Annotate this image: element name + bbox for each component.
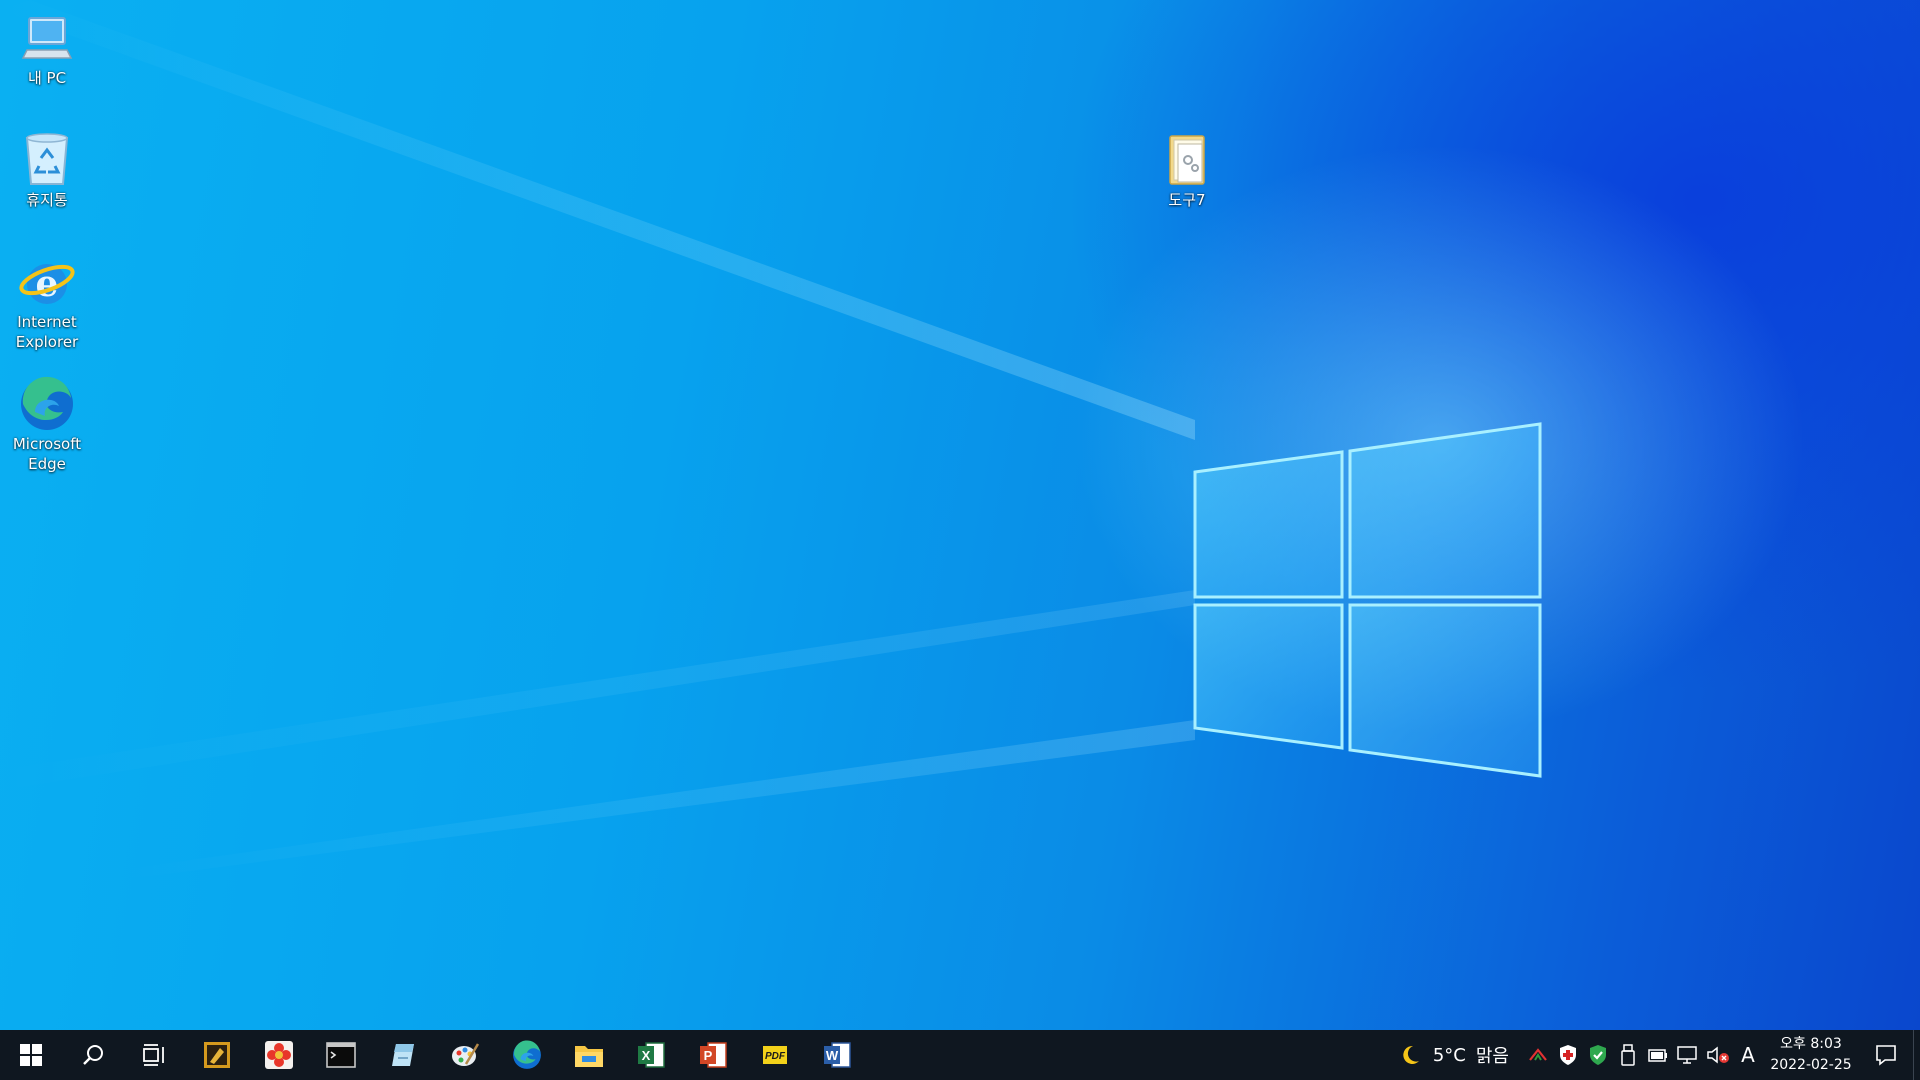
- taskbar-app-flower[interactable]: [248, 1030, 310, 1080]
- taskbar-app-terminal[interactable]: [310, 1030, 372, 1080]
- tray-defender-button[interactable]: [1583, 1030, 1613, 1080]
- edge-icon: [19, 376, 75, 432]
- usb-device-icon: [1621, 1044, 1635, 1066]
- desktop-icon-my-pc[interactable]: 내 PC: [4, 10, 90, 88]
- desktop[interactable]: 내 PC 휴지통 e Internet Explorer Microsoft E…: [0, 0, 1920, 1030]
- desktop-icon-label: 휴지통: [26, 191, 68, 209]
- file-explorer-icon: [575, 1046, 603, 1067]
- powerpoint-icon: P: [700, 1042, 727, 1068]
- taskbar-app-notepad[interactable]: [372, 1030, 434, 1080]
- input-method-indicator[interactable]: A: [1733, 1030, 1763, 1080]
- search-icon: [83, 1045, 103, 1065]
- taskbar-app-excel[interactable]: X: [620, 1030, 682, 1080]
- excel-icon: X: [638, 1042, 665, 1068]
- clock-date: 2022-02-25: [1770, 1057, 1852, 1073]
- taskbar-app-pdf[interactable]: PDF: [744, 1030, 806, 1080]
- defender-check-icon: [1590, 1045, 1606, 1065]
- edge-icon: [513, 1040, 541, 1069]
- weather-description: 맑음: [1475, 1046, 1509, 1067]
- svg-text:PDF: PDF: [765, 1051, 786, 1062]
- desktop-icon-recycle-bin[interactable]: 휴지통: [4, 132, 90, 210]
- desktop-icon-label: 내 PC: [27, 69, 67, 87]
- tray-usb-button[interactable]: [1613, 1030, 1643, 1080]
- start-button[interactable]: [0, 1030, 62, 1080]
- ime-label: A: [1741, 1043, 1755, 1067]
- desktop-icon-label: Internet Explorer: [15, 313, 79, 351]
- weather-temperature: 5°C: [1432, 1044, 1466, 1066]
- clock-time: 오후 8:03: [1780, 1036, 1842, 1052]
- antivirus-red-icon: [1529, 1048, 1547, 1061]
- tray-network-button[interactable]: [1673, 1030, 1703, 1080]
- taskbar-app-tool[interactable]: [186, 1030, 248, 1080]
- flower-app-icon: [265, 1041, 293, 1069]
- tray-security-button[interactable]: [1553, 1030, 1583, 1080]
- svg-text:W: W: [826, 1048, 839, 1063]
- notification-icon: [1876, 1045, 1896, 1066]
- taskbar-app-file-explorer[interactable]: [558, 1030, 620, 1080]
- terminal-icon: [326, 1042, 356, 1068]
- desktop-icon-microsoft-edge[interactable]: Microsoft Edge: [4, 376, 90, 474]
- paint-app-icon: [452, 1043, 480, 1066]
- wallpaper: [0, 0, 1542, 880]
- show-hidden-icons-button[interactable]: [1523, 1030, 1553, 1080]
- recycle-bin-icon: [19, 132, 75, 188]
- system-tray: 5°C 맑음 A 오후 8:03 2022-02-25: [1393, 1030, 1920, 1080]
- word-icon: W: [824, 1042, 851, 1068]
- desktop-icon-internet-explorer[interactable]: e Internet Explorer: [4, 254, 90, 352]
- action-center-button[interactable]: [1859, 1030, 1913, 1080]
- network-icon: [1677, 1046, 1697, 1064]
- moon-icon: [1403, 1045, 1419, 1064]
- notepad-app-icon: [392, 1044, 414, 1066]
- svg-text:X: X: [642, 1048, 651, 1063]
- tray-battery-button[interactable]: [1643, 1030, 1673, 1080]
- desktop-icon-label: Microsoft Edge: [12, 435, 82, 473]
- battery-icon: [1648, 1049, 1667, 1062]
- volume-muted-icon: [1707, 1046, 1729, 1064]
- security-shield-icon: [1560, 1045, 1576, 1065]
- task-view-button[interactable]: [124, 1030, 186, 1080]
- computer-icon: [19, 10, 75, 66]
- task-view-icon: [143, 1044, 164, 1066]
- weather-widget[interactable]: 5°C 맑음: [1393, 1030, 1515, 1080]
- search-button[interactable]: [62, 1030, 124, 1080]
- tray-volume-button[interactable]: [1703, 1030, 1733, 1080]
- folder-icon: [1159, 132, 1215, 188]
- taskbar-app-word[interactable]: W: [806, 1030, 868, 1080]
- taskbar-app-edge[interactable]: [496, 1030, 558, 1080]
- desktop-icon-label: 도구7: [1168, 191, 1206, 209]
- internet-explorer-icon: e: [19, 254, 75, 310]
- taskbar-app-paint[interactable]: [434, 1030, 496, 1080]
- clock[interactable]: 오후 8:03 2022-02-25: [1763, 1034, 1859, 1076]
- pdf-app-icon: PDF: [763, 1046, 787, 1064]
- desktop-icon-folder-tools7[interactable]: 도구7: [1144, 132, 1230, 210]
- taskbar: X P PDF W 5°C 맑음 A 오후 8:03 2022-02-25: [0, 1030, 1920, 1080]
- start-windows-icon: [20, 1044, 42, 1066]
- tool-app-icon: [204, 1042, 230, 1068]
- show-desktop-button[interactable]: [1913, 1030, 1920, 1080]
- taskbar-app-powerpoint[interactable]: P: [682, 1030, 744, 1080]
- svg-text:P: P: [704, 1048, 713, 1063]
